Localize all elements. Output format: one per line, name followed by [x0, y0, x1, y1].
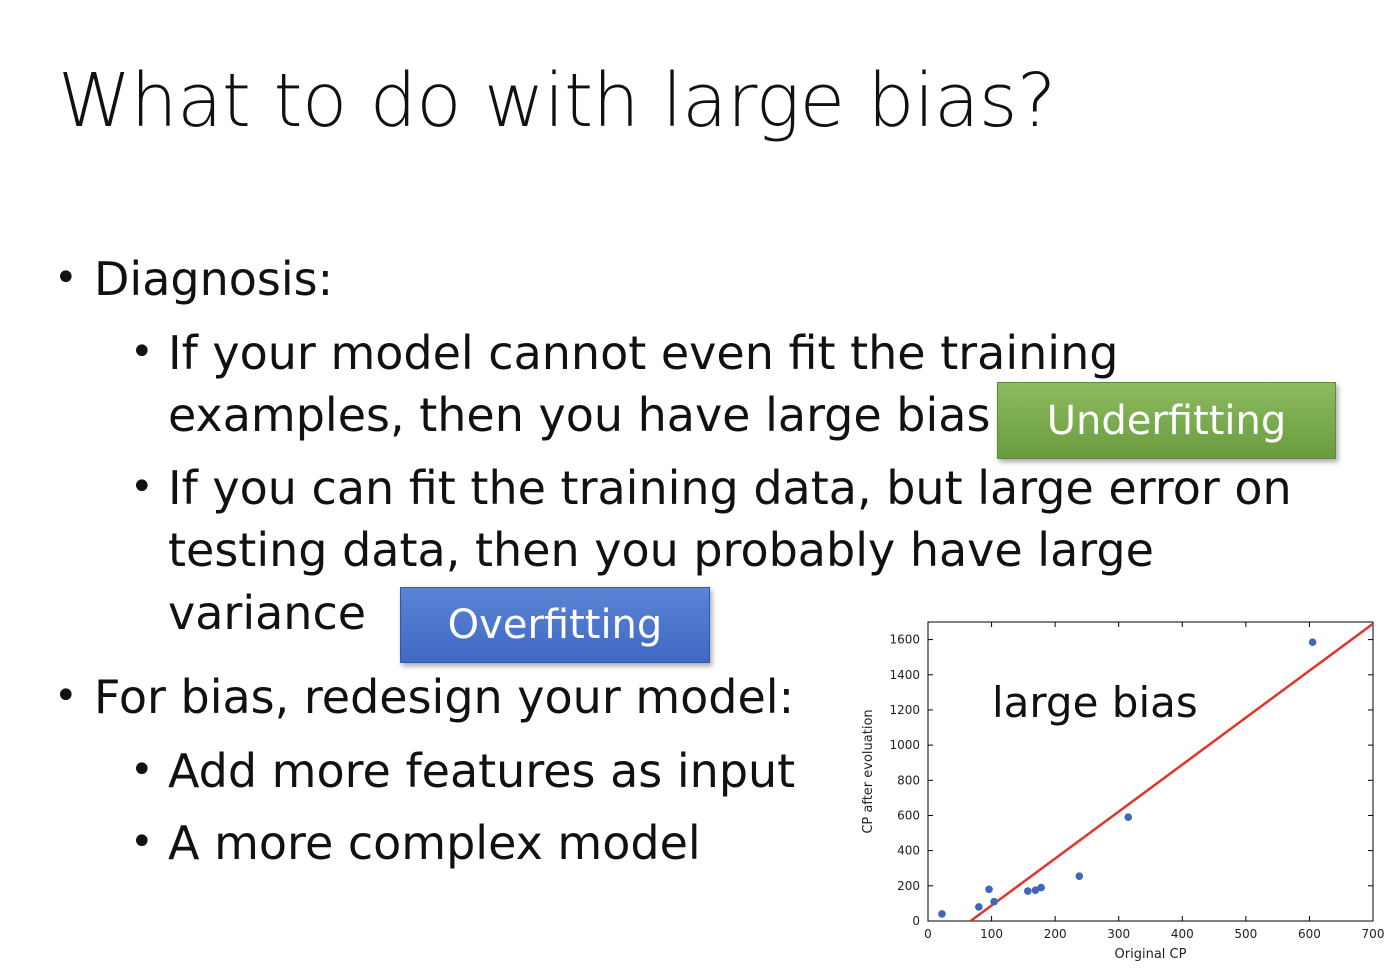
bullet-dot: •: [54, 673, 78, 719]
data-point: [1024, 887, 1032, 895]
x-axis-label: Original CP: [1115, 947, 1187, 962]
y-tick-label: 400: [897, 844, 920, 858]
data-point: [1308, 638, 1317, 647]
x-tick-label: 700: [1362, 927, 1385, 941]
x-tick-label: 100: [980, 927, 1003, 941]
slide-title: What to do with large bias?: [58, 58, 1056, 144]
y-tick-label: 1400: [889, 668, 920, 682]
bullet-dot: •: [130, 819, 154, 865]
y-tick-label: 1000: [889, 738, 920, 752]
bullet-dot: •: [54, 255, 78, 301]
data-point: [1124, 813, 1133, 822]
x-tick-label: 600: [1298, 927, 1321, 941]
bullet-complex: A more complex model: [168, 816, 701, 870]
bullet-features: Add more features as input: [168, 744, 796, 798]
bullet-dot: •: [130, 747, 154, 793]
x-tick-label: 300: [1107, 927, 1130, 941]
y-tick-label: 1600: [889, 633, 920, 647]
bullet-fit-line-2: examples, then you have large bias: [168, 388, 991, 442]
bullet-redesign: For bias, redesign your model:: [94, 670, 795, 724]
x-tick-label: 200: [1044, 927, 1067, 941]
scatter-chart: 0 100 200 300 400 500 600 700 0 200 400 600 800 1000 1…: [861, 621, 1385, 962]
bullet-fit-line-1: If your model cannot even fit the traini…: [168, 326, 1119, 380]
overfitting-tag: Overfitting: [400, 587, 710, 663]
plot-frame: [927, 621, 1374, 922]
y-tick-label: 1200: [889, 703, 920, 717]
data-point: [985, 885, 993, 894]
y-tick-label: 200: [897, 879, 920, 893]
y-tick-label: 600: [897, 808, 920, 822]
x-tick-label: 400: [1171, 927, 1194, 941]
fit-line: [969, 622, 1374, 923]
data-point: [1075, 872, 1084, 880]
bullet-test-line-3: variance: [168, 586, 367, 640]
bullet-dot: •: [130, 329, 154, 375]
x-tick-label: 500: [1234, 927, 1257, 941]
x-tick-label: 0: [924, 927, 932, 941]
underfitting-tag: Underfitting: [997, 382, 1336, 459]
y-tick-label: 800: [897, 773, 920, 787]
bullet-diagnosis: Diagnosis:: [94, 252, 334, 306]
bullet-test-line-1: If you can fit the training data, but la…: [168, 461, 1292, 515]
data-point: [1037, 883, 1045, 892]
data-point: [975, 903, 983, 911]
bullet-dot: •: [130, 464, 154, 510]
data-point: [990, 897, 998, 906]
data-point: [938, 910, 946, 918]
bullet-test-line-2: testing data, then you probably have lar…: [168, 523, 1154, 577]
y-axis-label: CP after evoluation: [861, 709, 876, 833]
chart-annotation: large bias: [992, 678, 1198, 727]
y-tick-label: 0: [912, 914, 920, 928]
